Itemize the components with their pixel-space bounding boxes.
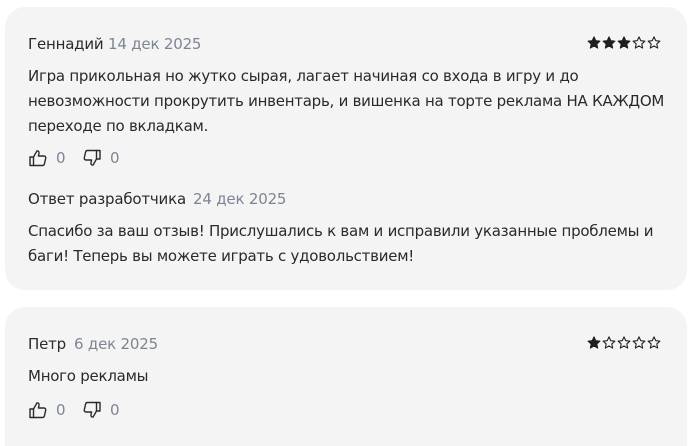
like-count: 0: [56, 149, 66, 167]
star-empty-icon: [647, 336, 661, 349]
star-empty-icon: [617, 336, 631, 349]
developer-reply-label: Ответ разработчика: [28, 190, 186, 208]
developer-reply-date: 24 дек 2025: [193, 190, 287, 208]
star-filled-icon: [587, 336, 601, 349]
rating-stars: [587, 36, 661, 50]
developer-reply-text: Спасибо за ваш отзыв! Прислушались к вам…: [28, 222, 654, 265]
star-empty-icon: [647, 36, 661, 49]
thumbs-up-icon: [29, 150, 47, 167]
review-card: Петр 6 дек 2025 Много рекламы 0 0: [5, 307, 687, 446]
star-empty-icon: [632, 336, 646, 349]
like-count: 0: [56, 401, 66, 419]
dislike-count: 0: [110, 401, 120, 419]
dislike-button[interactable]: 0: [82, 400, 120, 420]
review-date: 6 дек 2025: [74, 335, 158, 353]
thumbs-up-icon: [29, 402, 47, 419]
star-empty-icon: [632, 36, 646, 49]
like-button[interactable]: 0: [28, 400, 66, 420]
review-text: Игра прикольная но жутко сырая, лагает н…: [28, 67, 665, 135]
review-author: Петр: [28, 335, 66, 353]
star-filled-icon: [617, 36, 631, 49]
star-filled-icon: [602, 36, 616, 49]
dislike-button[interactable]: 0: [82, 148, 120, 168]
star-empty-icon: [602, 336, 616, 349]
review-card: Геннадий 14 дек 2025 Игра прикольная но …: [5, 7, 687, 290]
review-date: 14 дек 2025: [108, 35, 202, 53]
rating-stars: [587, 336, 661, 350]
like-button[interactable]: 0: [28, 148, 66, 168]
review-author: Геннадий: [28, 35, 104, 53]
star-filled-icon: [587, 36, 601, 49]
dislike-count: 0: [110, 149, 120, 167]
review-text: Много рекламы: [28, 367, 149, 385]
thumbs-down-icon: [83, 401, 101, 418]
thumbs-down-icon: [83, 149, 101, 166]
